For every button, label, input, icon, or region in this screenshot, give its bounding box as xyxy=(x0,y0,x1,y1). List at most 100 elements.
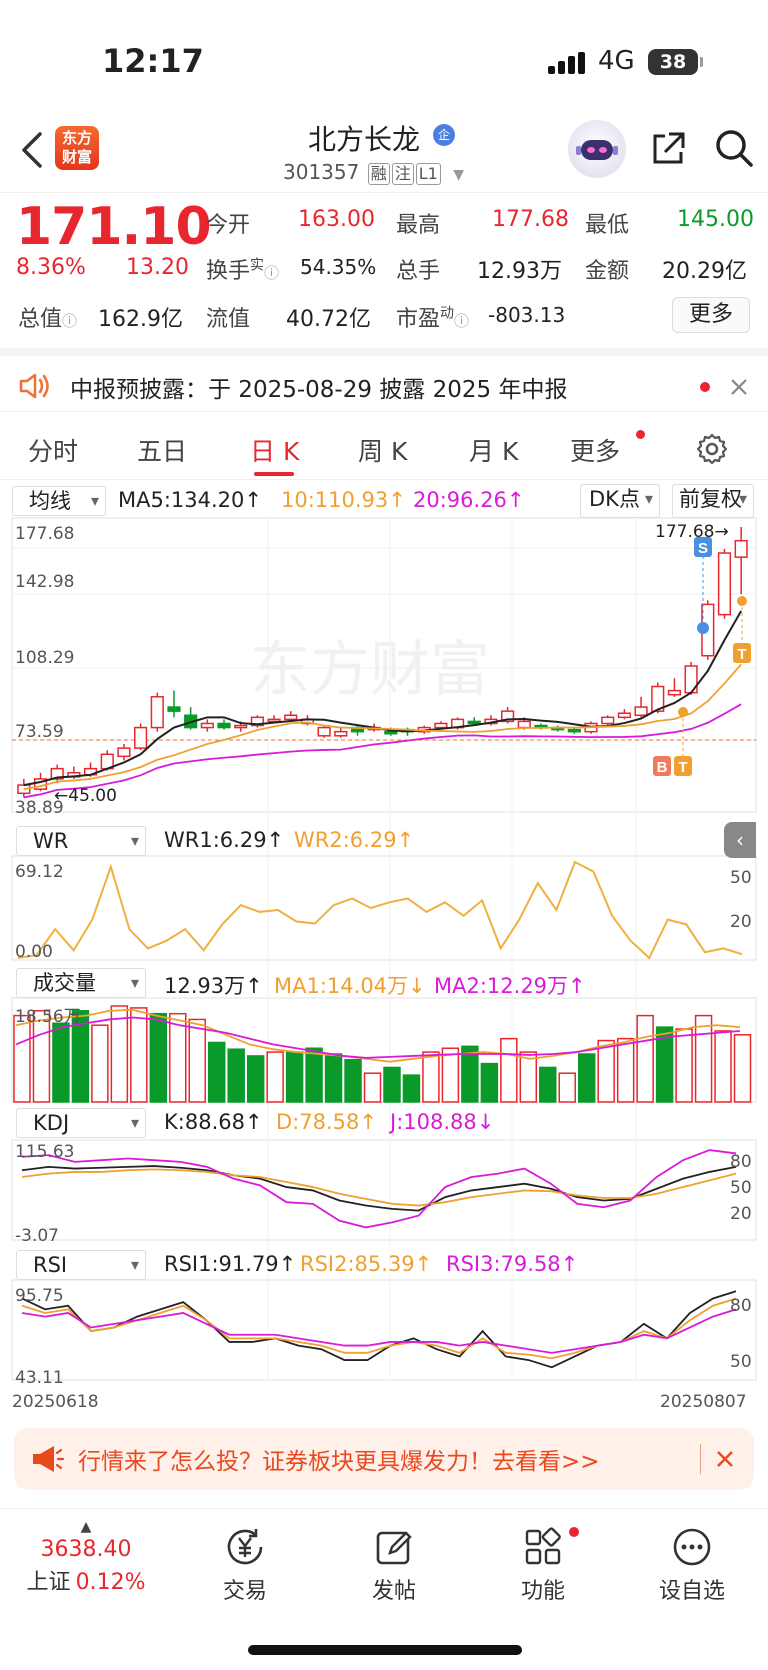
volume-bar xyxy=(91,1024,109,1103)
volume-bar xyxy=(402,1074,421,1103)
promo-banner[interactable]: 行情来了怎么投？证券板块更具爆发力！去看看>> xyxy=(14,1428,754,1490)
ma5-label: MA5:134.20↑ xyxy=(118,488,262,512)
vol-ma2-label: MA2:12.29万↑ xyxy=(434,974,586,998)
candles xyxy=(13,527,752,1103)
candle xyxy=(150,696,164,729)
kdj-axis-bottom: -3.07 xyxy=(15,1226,59,1246)
candle xyxy=(617,712,631,719)
nav-watchlist[interactable]: 设自选 xyxy=(632,1525,752,1605)
volume-bar xyxy=(519,1051,538,1103)
wr-selector[interactable]: WR xyxy=(16,826,146,856)
wr-axis-top: 69.12 xyxy=(15,862,64,882)
nav-trade[interactable]: 交易 xyxy=(185,1525,305,1605)
high-price-marker: 177.68→ xyxy=(655,522,729,542)
candle xyxy=(517,720,531,729)
date-end: 20250807 xyxy=(660,1392,747,1412)
candle xyxy=(267,718,281,723)
price-axis-4: 73.59 xyxy=(15,722,64,742)
candle xyxy=(734,539,748,558)
volume-bar xyxy=(558,1072,576,1103)
volume-bar xyxy=(480,1062,499,1103)
volume-bar xyxy=(169,1012,187,1103)
promo-text: 行情来了怎么投？证券板块更具爆发力！去看看>> xyxy=(78,1449,600,1475)
adjust-button[interactable]: 前复权 xyxy=(672,484,754,518)
kdj-ref-50: 50 xyxy=(730,1178,752,1198)
ma-selector[interactable]: 均线 xyxy=(12,486,106,516)
signal-t-left: T xyxy=(678,759,687,776)
dk-point-button[interactable]: DK点 xyxy=(580,484,660,518)
wr-line xyxy=(17,860,743,960)
vol-axis-top: 18.56万 xyxy=(15,1007,81,1027)
candle xyxy=(634,706,648,717)
nav-post[interactable]: 发帖 xyxy=(334,1525,454,1605)
volume-selector[interactable]: 成交量 xyxy=(16,968,146,998)
signal-bt-dot xyxy=(678,707,688,717)
rsi-axis-bottom: 43.11 xyxy=(15,1368,64,1388)
ma20-label: 20:96.26↑ xyxy=(413,488,525,512)
trade-yen-icon xyxy=(227,1529,263,1565)
volume-bar xyxy=(383,1066,401,1103)
megaphone-icon xyxy=(33,1446,64,1472)
home-indicator xyxy=(248,1645,522,1655)
kdj-k-line xyxy=(21,1165,737,1212)
signal-s: S xyxy=(698,540,708,557)
collapse-panel-button[interactable]: ‹ xyxy=(724,822,756,858)
rsi2-line xyxy=(21,1297,737,1360)
date-start: 20250618 xyxy=(12,1392,99,1412)
chart-watermark: 东方财富 xyxy=(250,636,490,703)
candle xyxy=(134,726,148,749)
kdj-d-label: D:78.58↑ xyxy=(276,1110,377,1134)
candle xyxy=(284,714,298,721)
volume-bar xyxy=(344,1059,362,1103)
wr-ref-20: 20 xyxy=(730,912,752,932)
candle xyxy=(717,552,732,616)
volume-bar xyxy=(733,1034,752,1103)
volume-bar xyxy=(616,1037,635,1103)
rsi-ref-50: 50 xyxy=(730,1352,752,1372)
kdj-selector[interactable]: KDJ xyxy=(16,1108,146,1138)
candle xyxy=(234,724,248,729)
promo-close-icon[interactable] xyxy=(716,1450,734,1468)
panel-frame xyxy=(11,1279,757,1381)
volume-bar xyxy=(227,1048,245,1103)
candle xyxy=(384,730,398,735)
kline-chart[interactable]: 东方财富 STB T xyxy=(0,0,768,1420)
volume-bar xyxy=(597,1039,615,1103)
candle xyxy=(667,689,682,696)
wr-axis-bottom: 0.00 xyxy=(15,942,53,962)
ma10-label: 10:110.93↑ xyxy=(281,488,406,512)
functions-grid-icon xyxy=(525,1527,561,1565)
kdj-ref-80: 80 xyxy=(730,1152,752,1172)
vol-ma1-label: MA1:14.04万↓ xyxy=(274,974,426,998)
rsi1-label: RSI1:91.79↑ xyxy=(164,1252,297,1276)
volume-bar xyxy=(188,1018,206,1103)
nav-functions[interactable]: 功能 xyxy=(483,1525,603,1605)
candle xyxy=(334,730,348,737)
candle xyxy=(217,722,231,729)
volume-bar xyxy=(539,1066,557,1103)
promo-divider xyxy=(700,1444,701,1474)
candle xyxy=(467,720,481,725)
volume-bar xyxy=(714,1030,732,1103)
functions-dot xyxy=(569,1527,579,1537)
candle xyxy=(434,722,448,729)
signal-t-right: T xyxy=(737,646,746,663)
kdj-axis-top: 115.63 xyxy=(15,1142,75,1162)
rsi-axis-top: 95.75 xyxy=(15,1286,64,1306)
kdj-j-label: J:108.88↓ xyxy=(390,1110,495,1134)
nav-index[interactable]: ▲ 3638.40 上证 0.12% xyxy=(26,1519,146,1596)
volume-bar xyxy=(130,1007,148,1103)
candle xyxy=(200,722,214,729)
wr-ref-50: 50 xyxy=(730,868,752,888)
volume-bar xyxy=(110,1005,129,1103)
rsi-selector[interactable]: RSI xyxy=(16,1250,146,1280)
index-change: 0.12% xyxy=(75,1570,146,1595)
price-axis-2: 142.98 xyxy=(15,572,75,592)
candle xyxy=(601,716,615,725)
kdj-ref-20: 20 xyxy=(730,1204,752,1224)
wr1-label: WR1:6.29↑ xyxy=(164,828,285,852)
volume-bar xyxy=(305,1047,323,1103)
candle xyxy=(117,747,131,758)
ma20-line xyxy=(23,703,742,799)
volume-bar xyxy=(500,1037,518,1103)
